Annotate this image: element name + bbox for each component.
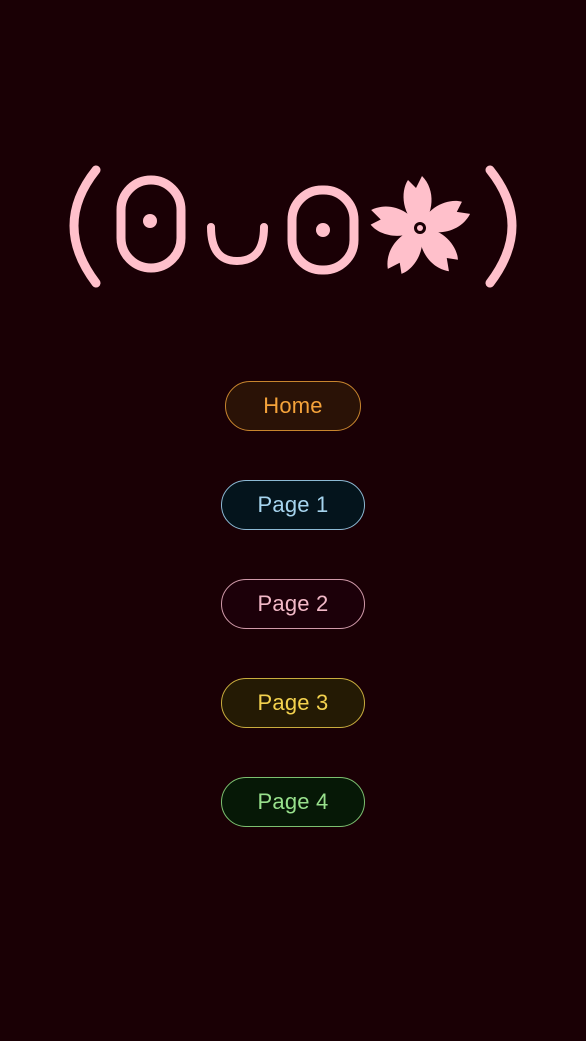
left-pupil <box>143 214 157 228</box>
home-button[interactable]: Home <box>225 381 361 431</box>
page-3-button[interactable]: Page 3 <box>221 678 365 728</box>
page-2-button[interactable]: Page 2 <box>221 579 365 629</box>
page-4-button[interactable]: Page 4 <box>221 777 365 827</box>
flower-icon <box>365 176 474 280</box>
right-paren <box>485 165 517 288</box>
right-pupil <box>316 223 330 237</box>
mouth <box>207 223 268 266</box>
kaomoji-art <box>69 165 517 288</box>
left-paren <box>69 165 101 288</box>
kaomoji-header: (ʘᴗʘ✿) <box>0 155 586 300</box>
page-1-button[interactable]: Page 1 <box>221 480 365 530</box>
